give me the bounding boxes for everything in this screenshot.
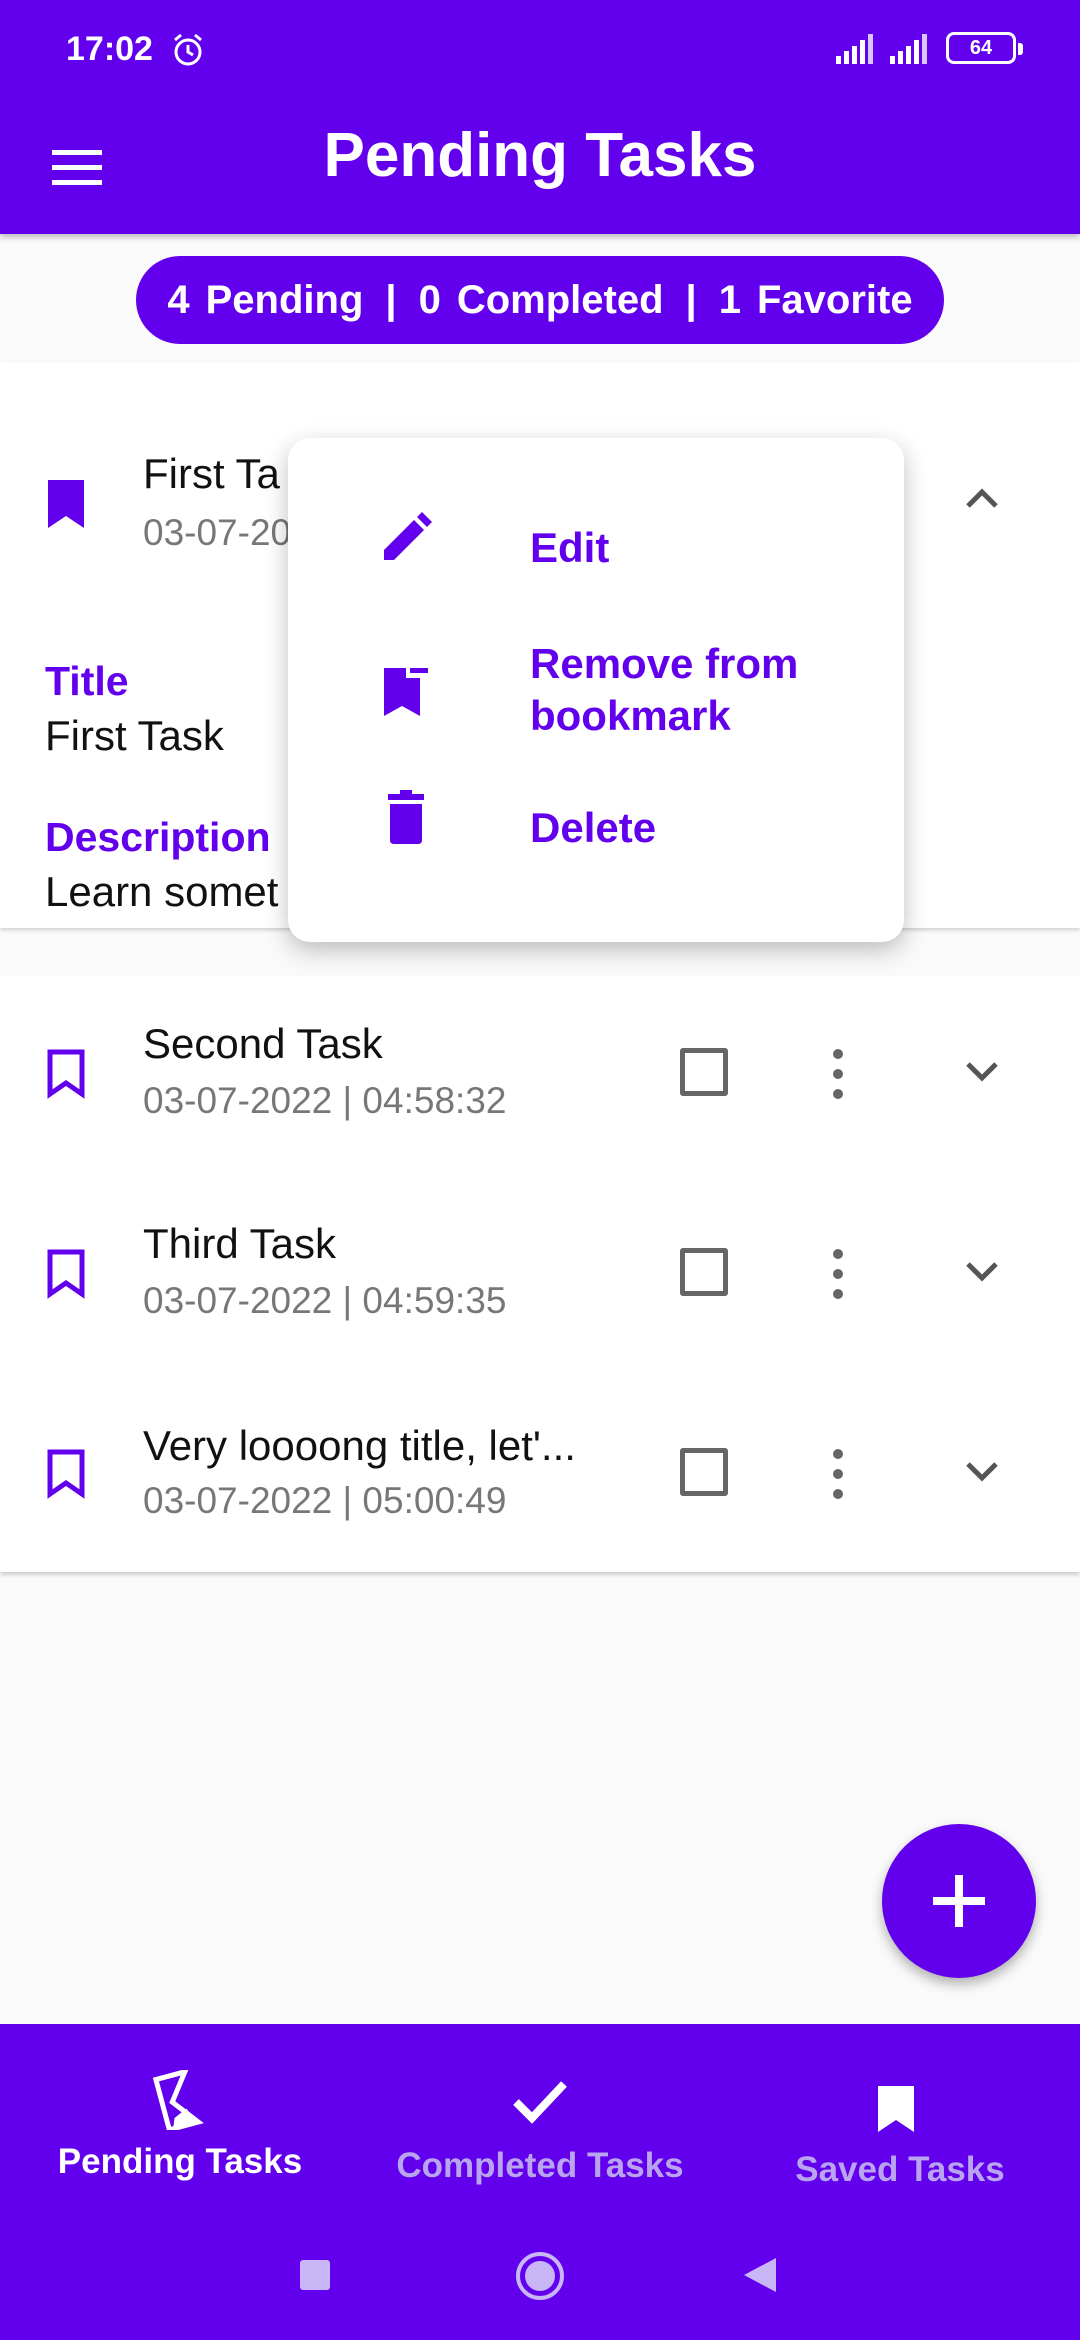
nav-label: Completed Tasks: [396, 2146, 684, 2185]
bookmark-outline-icon[interactable]: [46, 1248, 86, 1300]
page-title: Pending Tasks: [323, 121, 757, 190]
chevron-up-icon[interactable]: [960, 476, 1004, 520]
more-options-icon[interactable]: [828, 1446, 848, 1502]
task-date: 03-07-20: [143, 512, 292, 553]
task-date: 03-07-2022 | 04:58:32: [143, 1080, 507, 1121]
menu-item-label: Edit: [530, 524, 610, 571]
bookmark-outline-icon[interactable]: [46, 1048, 86, 1100]
task-date: 03-07-2022 | 04:59:35: [143, 1280, 507, 1321]
favorite-label: Favorite: [757, 277, 913, 322]
menu-item-delete[interactable]: Delete: [288, 778, 904, 888]
check-icon: [513, 2081, 567, 2124]
edit-pencil-icon: [384, 512, 432, 560]
task-name: Third Task: [143, 1220, 336, 1267]
more-options-icon[interactable]: [828, 1246, 848, 1302]
system-navigation-bar: [0, 2230, 1080, 2340]
description-value: Learn somet: [45, 868, 279, 915]
menu-item-edit[interactable]: Edit: [288, 498, 904, 608]
signal-icon: [890, 34, 927, 64]
plus-icon: [933, 1875, 985, 1927]
bookmark-outline-icon[interactable]: [46, 1448, 86, 1500]
task-name: First Ta: [143, 450, 280, 497]
add-task-button[interactable]: [882, 1824, 1036, 1978]
task-row[interactable]: Very loooong title, let'... 03-07-2022 |…: [0, 1376, 1080, 1572]
task-summary-badge: 4 Pending | 0 Completed | 1 Favorite: [136, 256, 944, 344]
complete-checkbox[interactable]: [680, 1048, 728, 1096]
description-label: Description: [45, 814, 271, 860]
complete-checkbox[interactable]: [680, 1248, 728, 1296]
task-name: Very loooong title, let'...: [143, 1422, 576, 1469]
chevron-down-icon[interactable]: [960, 1050, 1004, 1094]
nav-label: Pending Tasks: [57, 2142, 303, 2181]
alarm-icon: [174, 33, 202, 66]
task-date: 03-07-2022 | 05:00:49: [143, 1480, 507, 1521]
chevron-down-icon[interactable]: [960, 1250, 1004, 1294]
complete-checkbox[interactable]: [680, 1448, 728, 1496]
chevron-down-icon[interactable]: [960, 1450, 1004, 1494]
task-row[interactable]: Third Task 03-07-2022 | 04:59:35: [0, 1176, 1080, 1379]
nav-pending-tasks[interactable]: Pending Tasks: [30, 2024, 330, 2224]
pending-label: Pending: [205, 277, 364, 322]
bookmark-icon: [878, 2086, 914, 2132]
hourglass-icon: [152, 2070, 204, 2130]
more-options-icon[interactable]: [828, 1046, 848, 1102]
home-icon[interactable]: [514, 2250, 566, 2302]
nav-saved-tasks[interactable]: Saved Tasks: [750, 2024, 1050, 2224]
completed-count: 0: [418, 277, 441, 322]
nav-label: Saved Tasks: [795, 2150, 1005, 2189]
title-value: First Task: [45, 712, 224, 759]
battery-level: 64: [969, 37, 993, 59]
bookmark-filled-icon[interactable]: [46, 478, 86, 530]
status-bar: 17:02 64: [0, 0, 1080, 100]
menu-item-label: Delete: [530, 804, 657, 851]
separator: |: [385, 277, 397, 322]
trash-icon: [388, 790, 424, 844]
menu-item-label: Remove from bookmark: [530, 640, 799, 739]
separator: |: [685, 277, 697, 322]
completed-label: Completed: [456, 277, 664, 322]
signal-icon: [836, 34, 873, 64]
task-name: Second Task: [143, 1020, 383, 1067]
back-icon[interactable]: [742, 2256, 778, 2294]
bookmark-remove-icon: [384, 668, 428, 716]
app-bar: Pending Tasks: [0, 100, 1080, 234]
status-time: 17:02: [66, 30, 153, 68]
battery-icon: 64: [946, 32, 1023, 64]
menu-item-remove-bookmark[interactable]: Remove from bookmark: [288, 628, 904, 758]
pending-count: 4: [167, 277, 190, 322]
task-options-menu: Edit Remove from bookmark Delete: [288, 438, 904, 942]
favorite-count: 1: [718, 277, 741, 322]
task-row[interactable]: Second Task 03-07-2022 | 04:58:32: [0, 976, 1080, 1179]
recent-apps-icon[interactable]: [298, 2258, 332, 2292]
nav-completed-tasks[interactable]: Completed Tasks: [390, 2024, 690, 2224]
title-label: Title: [45, 658, 129, 704]
